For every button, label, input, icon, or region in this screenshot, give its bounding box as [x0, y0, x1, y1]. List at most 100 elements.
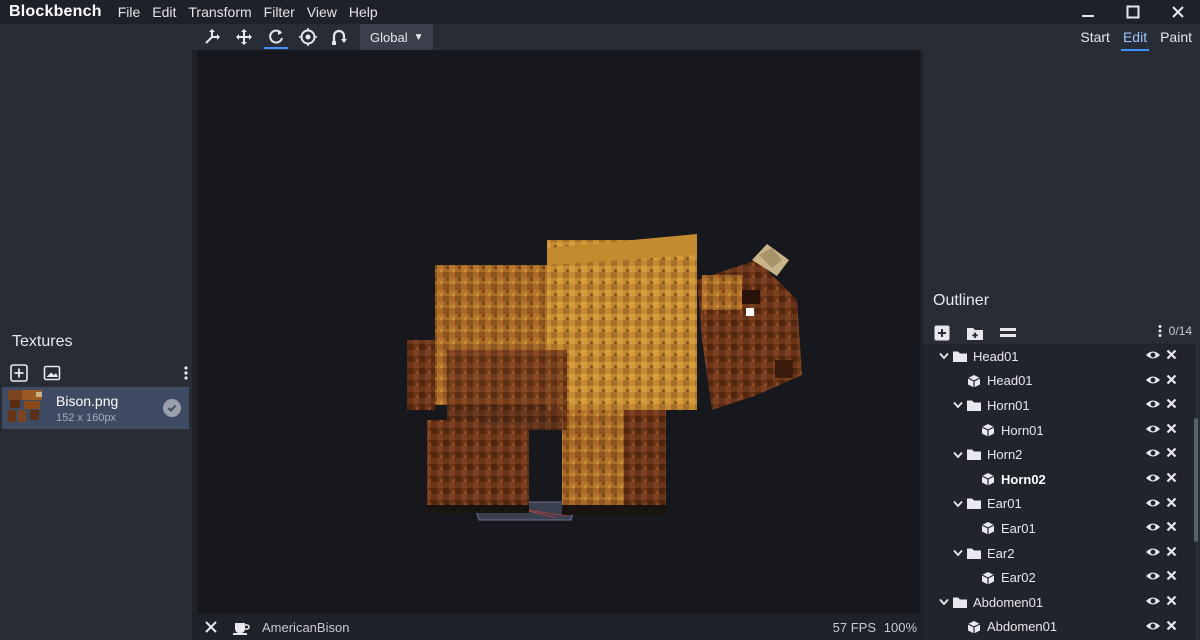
outliner-group-row[interactable]: Horn01 [923, 393, 1195, 418]
close-project-button[interactable] [200, 621, 222, 633]
add-texture-button[interactable] [8, 362, 30, 384]
outliner-cube-row[interactable]: Ear01 [923, 516, 1195, 541]
menu-file[interactable]: File [112, 0, 147, 24]
3d-viewport[interactable] [197, 50, 920, 616]
import-texture-button[interactable] [41, 362, 63, 384]
add-texture-icon [10, 364, 28, 382]
pivot-icon [299, 28, 317, 46]
add-group-button[interactable] [964, 322, 986, 344]
row-type [965, 448, 983, 461]
cup-icon [233, 623, 250, 635]
chevron-down-icon[interactable] [939, 352, 949, 360]
export-toggle[interactable] [1162, 398, 1181, 410]
export-toggle[interactable] [1162, 472, 1181, 484]
export-toggle[interactable] [1162, 447, 1181, 459]
tab-paint[interactable]: Paint [1158, 28, 1194, 50]
outliner-cube-row[interactable]: Horn02 [923, 467, 1195, 492]
texture-size: 152 x 160px [56, 411, 116, 424]
row-chevron[interactable] [951, 549, 965, 557]
chevron-down-icon[interactable] [953, 500, 963, 508]
export-toggle[interactable] [1162, 595, 1181, 607]
visibility-toggle[interactable] [1143, 374, 1162, 386]
chevron-down-icon[interactable] [939, 598, 949, 606]
close-button[interactable] [1155, 0, 1200, 24]
visibility-toggle[interactable] [1143, 521, 1162, 533]
row-chevron[interactable] [951, 401, 965, 409]
tab-edit[interactable]: Edit [1120, 28, 1150, 51]
outliner-group-row[interactable]: Head01 [923, 344, 1195, 369]
folder-icon [967, 498, 981, 510]
outliner-group-row[interactable]: Abdomen01 [923, 590, 1195, 615]
chevron-down-icon[interactable] [953, 549, 963, 557]
outliner-group-row[interactable]: Horn2 [923, 442, 1195, 467]
outliner-cube-row[interactable]: Horn01 [923, 418, 1195, 443]
menu-edit[interactable]: Edit [146, 0, 182, 24]
row-type [979, 571, 997, 585]
outliner-item-label: Horn02 [1001, 471, 1046, 487]
status-bar: AmericanBison 57 FPS 100% [192, 614, 923, 640]
export-toggle[interactable] [1162, 570, 1181, 582]
outliner-cube-row[interactable]: Abdomen01 [923, 615, 1195, 640]
visibility-toggle[interactable] [1143, 472, 1162, 484]
export-toggle[interactable] [1162, 374, 1181, 386]
row-actions [1143, 374, 1181, 386]
collapse-all-button[interactable] [997, 322, 1019, 344]
export-toggle[interactable] [1162, 497, 1181, 509]
texture-list-item[interactable]: Bison.png 152 x 160px [2, 387, 189, 429]
eye-icon [1145, 597, 1160, 605]
close-icon [1166, 398, 1177, 409]
textures-toolbar [8, 362, 192, 384]
pivot-tool-button[interactable] [292, 24, 324, 50]
resize-tool-button[interactable] [228, 24, 260, 50]
outliner-group-row[interactable]: Ear01 [923, 492, 1195, 517]
rotate-icon [269, 29, 283, 44]
textures-menu-button[interactable] [183, 365, 189, 386]
rotate-tool-button[interactable] [260, 24, 292, 50]
vertex-snap-icon [332, 29, 347, 45]
row-type [965, 620, 983, 634]
export-toggle[interactable] [1162, 546, 1181, 558]
export-toggle[interactable] [1162, 620, 1181, 632]
export-toggle[interactable] [1162, 349, 1181, 361]
texture-thumbnail [6, 388, 46, 428]
export-toggle[interactable] [1162, 423, 1181, 435]
menu-transform[interactable]: Transform [182, 0, 257, 24]
visibility-toggle[interactable] [1143, 546, 1162, 558]
row-chevron[interactable] [937, 598, 951, 606]
outliner-group-row[interactable]: Ear2 [923, 541, 1195, 566]
export-toggle[interactable] [1162, 521, 1181, 533]
outliner-cube-row[interactable]: Head01 [923, 369, 1195, 394]
eye-icon [1145, 622, 1160, 630]
move-tool-button[interactable] [196, 24, 228, 50]
row-type [965, 399, 983, 412]
more-vertical-icon[interactable] [1157, 324, 1163, 338]
visibility-toggle[interactable] [1143, 570, 1162, 582]
maximize-button[interactable] [1110, 0, 1155, 24]
visibility-toggle[interactable] [1143, 595, 1162, 607]
row-chevron[interactable] [951, 451, 965, 459]
outliner-item-label: Horn01 [987, 397, 1030, 413]
outliner-cube-row[interactable]: Ear02 [923, 565, 1195, 590]
add-folder-icon [967, 328, 983, 340]
row-actions [1143, 570, 1181, 582]
menu-filter[interactable]: Filter [258, 0, 301, 24]
outliner-scrollbar[interactable] [1194, 418, 1198, 542]
tab-start[interactable]: Start [1078, 28, 1112, 50]
menu-view[interactable]: View [301, 0, 343, 24]
visibility-toggle[interactable] [1143, 497, 1162, 509]
chevron-down-icon[interactable] [953, 451, 963, 459]
visibility-toggle[interactable] [1143, 349, 1162, 361]
visibility-toggle[interactable] [1143, 398, 1162, 410]
row-chevron[interactable] [951, 500, 965, 508]
transform-space-select[interactable]: Global ▼ [360, 24, 434, 50]
menu-help[interactable]: Help [343, 0, 384, 24]
minimize-button[interactable] [1065, 0, 1110, 24]
visibility-toggle[interactable] [1143, 620, 1162, 632]
mode-tabs: Start Edit Paint [1069, 28, 1194, 51]
visibility-toggle[interactable] [1143, 447, 1162, 459]
add-cube-button[interactable] [931, 322, 953, 344]
vertex-snap-tool-button[interactable] [324, 24, 356, 50]
chevron-down-icon[interactable] [953, 401, 963, 409]
visibility-toggle[interactable] [1143, 423, 1162, 435]
row-chevron[interactable] [937, 352, 951, 360]
